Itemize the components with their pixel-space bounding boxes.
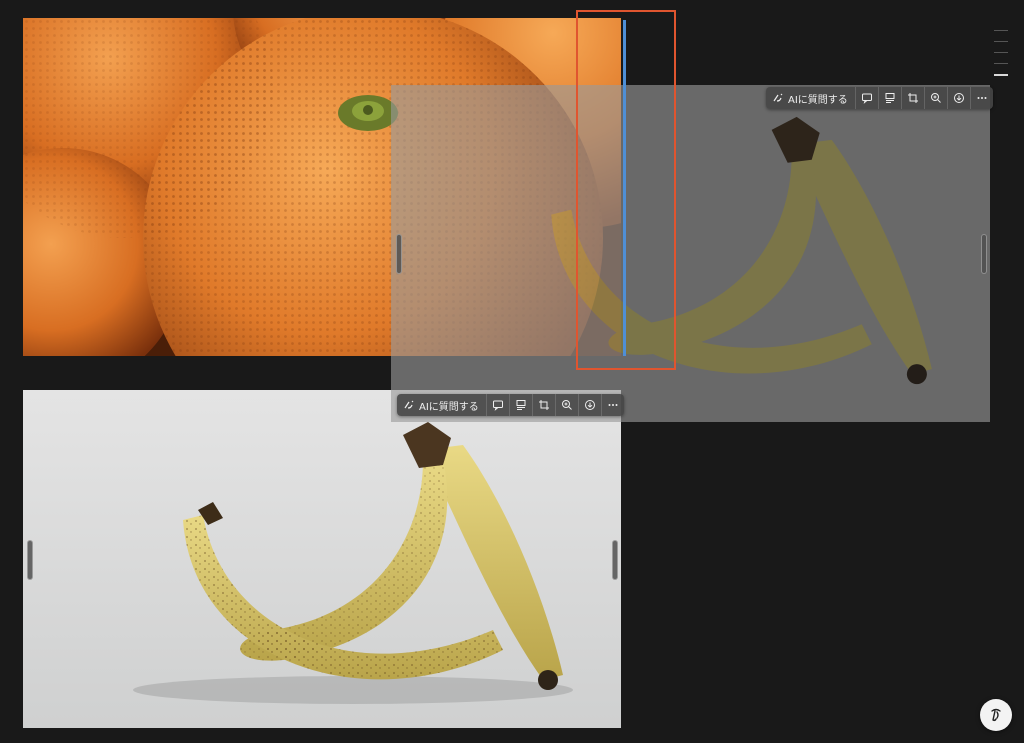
zoom-button[interactable] <box>556 394 579 416</box>
ask-ai-button[interactable]: AIに質問する <box>766 87 856 109</box>
image-toolbar-ghost: AIに質問する <box>766 87 993 109</box>
zoom-icon <box>930 93 941 103</box>
image-toolbar-bananas: AIに質問する <box>397 394 624 416</box>
zoom-icon <box>561 400 572 410</box>
more-icon <box>608 404 618 406</box>
notion-ai-button[interactable] <box>980 699 1012 731</box>
download-button[interactable] <box>579 394 602 416</box>
outline-line[interactable] <box>994 30 1008 31</box>
crop-button[interactable] <box>533 394 556 416</box>
bananas-image-ghost <box>391 85 990 422</box>
comment-icon <box>861 93 872 104</box>
ai-sparkle-icon <box>404 400 414 409</box>
outline-line[interactable] <box>994 63 1008 64</box>
download-button[interactable] <box>948 87 971 109</box>
ai-face-icon <box>991 708 1001 722</box>
comment-button[interactable] <box>856 87 879 109</box>
resize-handle-right-bananas[interactable] <box>612 540 618 580</box>
bananas-image <box>23 390 621 728</box>
resize-handle-right-ghost[interactable] <box>981 234 987 274</box>
caption-button[interactable] <box>879 87 902 109</box>
caption-icon <box>885 93 895 103</box>
outline-line[interactable] <box>994 52 1008 53</box>
download-icon <box>953 93 964 103</box>
more-button[interactable] <box>602 394 624 416</box>
crop-icon <box>907 93 918 103</box>
ask-ai-label: AIに質問する <box>788 94 848 106</box>
crop-button[interactable] <box>902 87 925 109</box>
more-icon <box>977 97 987 99</box>
bananas-image-block[interactable] <box>23 390 621 728</box>
outline-line[interactable] <box>994 41 1008 42</box>
outline-navigation[interactable] <box>994 30 1008 86</box>
dragged-image-preview <box>391 85 990 422</box>
ai-sparkle-icon <box>773 93 783 102</box>
outline-line-active[interactable] <box>994 74 1008 76</box>
more-button[interactable] <box>971 87 993 109</box>
resize-handle-left-bananas[interactable] <box>27 540 33 580</box>
resize-handle-left-ghost[interactable] <box>396 234 402 274</box>
zoom-button[interactable] <box>925 87 948 109</box>
ask-ai-button[interactable]: AIに質問する <box>397 394 487 416</box>
ask-ai-label: AIに質問する <box>419 401 479 413</box>
download-icon <box>584 400 595 410</box>
drop-target-outline <box>576 10 676 370</box>
caption-icon <box>516 400 526 410</box>
comment-icon <box>492 400 503 411</box>
comment-button[interactable] <box>487 394 510 416</box>
caption-button[interactable] <box>510 394 533 416</box>
crop-icon <box>538 400 549 410</box>
